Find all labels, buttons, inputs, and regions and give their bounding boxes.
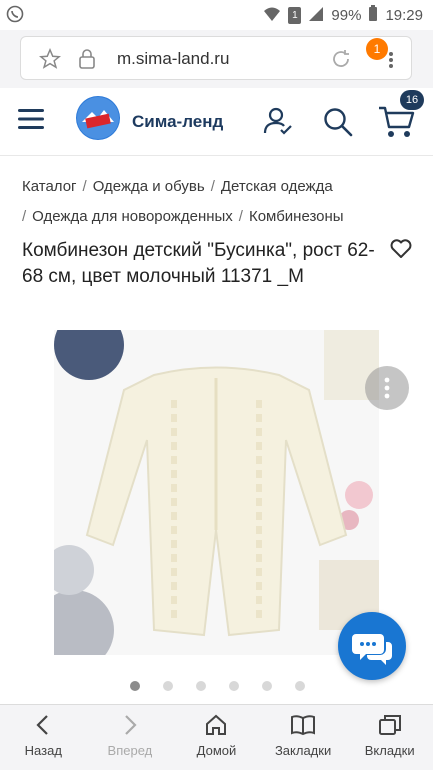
sim-icon: 1	[288, 7, 302, 24]
browser-bottom-nav: Назад Вперед Домой Закладки Вкладки	[0, 704, 433, 770]
product-page: Каталог / Одежда и обувь / Детская одежда / О…	[0, 156, 433, 704]
gallery-dot[interactable]	[295, 681, 305, 691]
brand-name[interactable]: Сима-ленд	[132, 112, 223, 132]
breadcrumb-overalls[interactable]: Комбинезоны	[249, 208, 344, 225]
back-icon	[36, 715, 49, 735]
star-icon[interactable]	[38, 47, 62, 75]
notification-badge: 1	[366, 38, 388, 60]
gallery-pagination	[130, 681, 305, 691]
status-bar: 1 99% 19:29	[0, 0, 433, 30]
forward-icon	[125, 715, 137, 735]
product-title: Комбинезон детский "Бусинка", рост 62-68…	[22, 240, 375, 287]
breadcrumb-newborn-clothes[interactable]: Одежда для новорожденных	[32, 208, 233, 225]
battery-percent: 99%	[331, 7, 362, 24]
nav-bookmarks-button[interactable]: Закладки	[260, 705, 347, 770]
nav-tabs-button[interactable]: Вкладки	[346, 705, 433, 770]
bookmarks-icon	[291, 715, 316, 736]
nav-tabs-label: Вкладки	[364, 743, 415, 758]
photo-more-options-button[interactable]	[365, 366, 409, 410]
breadcrumb-clothes-shoes[interactable]: Одежда и обувь	[93, 178, 205, 195]
breadcrumb: Каталог / Одежда и обувь / Детская одежда / О…	[22, 178, 344, 225]
favorite-heart-icon[interactable]	[390, 239, 412, 264]
cart-count-badge: 16	[400, 90, 424, 110]
breadcrumb-kids-clothes[interactable]: Детская одежда	[221, 178, 333, 195]
nav-forward-button[interactable]: Вперед	[87, 705, 174, 770]
site-header: Сима-ленд 16	[0, 88, 433, 156]
lock-icon	[77, 48, 97, 75]
chat-button[interactable]	[338, 612, 406, 680]
product-photo[interactable]	[54, 330, 379, 655]
menu-icon[interactable]	[18, 108, 44, 135]
breadcrumb-catalog[interactable]: Каталог	[22, 178, 77, 195]
signal-icon	[308, 6, 324, 26]
site-logo[interactable]	[76, 96, 120, 140]
gallery-dot[interactable]	[163, 681, 173, 691]
gallery-dot[interactable]	[196, 681, 206, 691]
search-icon[interactable]	[322, 106, 354, 143]
gallery-dot[interactable]	[130, 681, 140, 691]
nav-home-button[interactable]: Домой	[173, 705, 260, 770]
reload-icon[interactable]	[329, 47, 353, 76]
tabs-icon	[378, 715, 401, 735]
cart-icon[interactable]	[378, 105, 416, 144]
address-bar[interactable]: m.sima-land.ru	[20, 36, 412, 80]
url-text[interactable]: m.sima-land.ru	[117, 49, 229, 69]
battery-icon	[368, 5, 378, 26]
nav-bookmarks-label: Закладки	[274, 743, 332, 758]
gallery-dot[interactable]	[229, 681, 239, 691]
browser-toolbar: m.sima-land.ru 1	[0, 30, 433, 88]
gallery-dot[interactable]	[262, 681, 272, 691]
nav-back-button[interactable]: Назад	[0, 705, 87, 770]
nav-forward-label: Вперед	[107, 743, 153, 758]
whatsapp-icon	[6, 5, 24, 27]
home-icon	[206, 714, 227, 735]
nav-back-label: Назад	[24, 743, 62, 758]
clock: 19:29	[385, 7, 423, 24]
nav-home-label: Домой	[196, 743, 237, 758]
user-icon[interactable]	[262, 105, 294, 142]
wifi-icon	[263, 6, 281, 26]
